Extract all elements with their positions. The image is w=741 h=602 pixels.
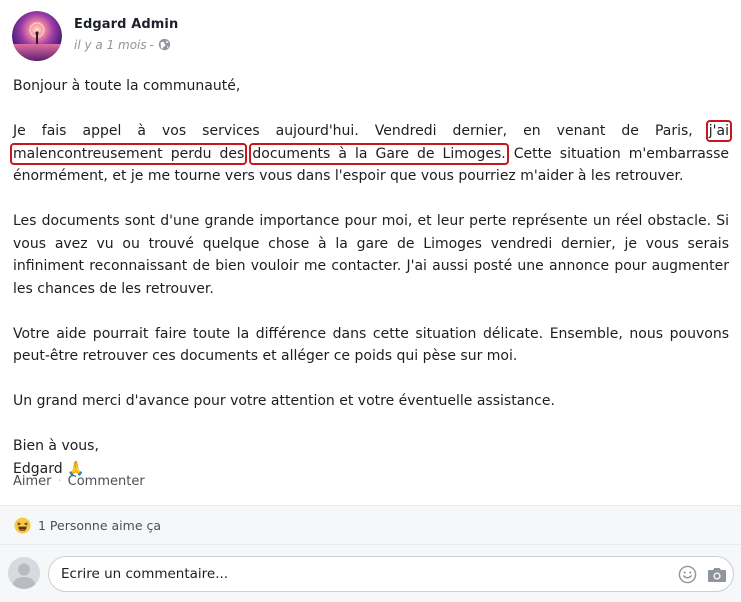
post-greeting: Bonjour à toute la communauté, bbox=[13, 78, 241, 94]
post-time-row: il y a 1 mois - bbox=[74, 38, 178, 52]
post-body: Bonjour à toute la communauté, Je fais a… bbox=[9, 75, 733, 480]
post-header: Edgard Admin il y a 1 mois - bbox=[12, 10, 178, 62]
paragraph-1-start: Je fais appel à vos services aujourd'hui… bbox=[13, 123, 693, 139]
meta-separator: - bbox=[149, 37, 154, 52]
haha-emoji-icon bbox=[14, 516, 31, 534]
globe-icon bbox=[158, 38, 171, 51]
action-separator: · bbox=[57, 474, 62, 489]
smiley-icon[interactable] bbox=[678, 565, 697, 584]
comment-link[interactable]: Commenter bbox=[68, 474, 145, 489]
post-paragraph-4: Un grand merci d'avance pour votre atten… bbox=[13, 393, 555, 409]
user-avatar-placeholder bbox=[8, 557, 40, 589]
post-actions: Aimer · Commenter bbox=[13, 474, 145, 489]
likes-summary: 1 Personne aime ça bbox=[0, 505, 741, 544]
post-closing: Bien à vous, bbox=[13, 438, 99, 454]
post-paragraph-1: Je fais appel à vos services aujourd'hui… bbox=[9, 120, 733, 188]
post-paragraph-2: Les documents sont d'une grande importan… bbox=[13, 213, 729, 297]
author-name[interactable]: Edgard Admin bbox=[74, 17, 178, 32]
likes-count-text[interactable]: 1 Personne aime ça bbox=[38, 518, 161, 533]
comment-input[interactable] bbox=[48, 556, 734, 592]
post-timestamp[interactable]: il y a 1 mois bbox=[74, 38, 147, 52]
comment-composer bbox=[0, 544, 741, 602]
like-link[interactable]: Aimer bbox=[13, 474, 52, 489]
post-paragraph-3: Votre aide pourrait faire toute la diffé… bbox=[13, 325, 729, 365]
post-card: Edgard Admin il y a 1 mois - Bonjour à t… bbox=[0, 0, 741, 602]
highlight-box-2: documents à la Gare de Limoges. bbox=[249, 142, 509, 165]
camera-icon[interactable] bbox=[707, 566, 727, 584]
post-meta: Edgard Admin il y a 1 mois - bbox=[74, 17, 178, 52]
author-avatar[interactable] bbox=[12, 11, 62, 61]
